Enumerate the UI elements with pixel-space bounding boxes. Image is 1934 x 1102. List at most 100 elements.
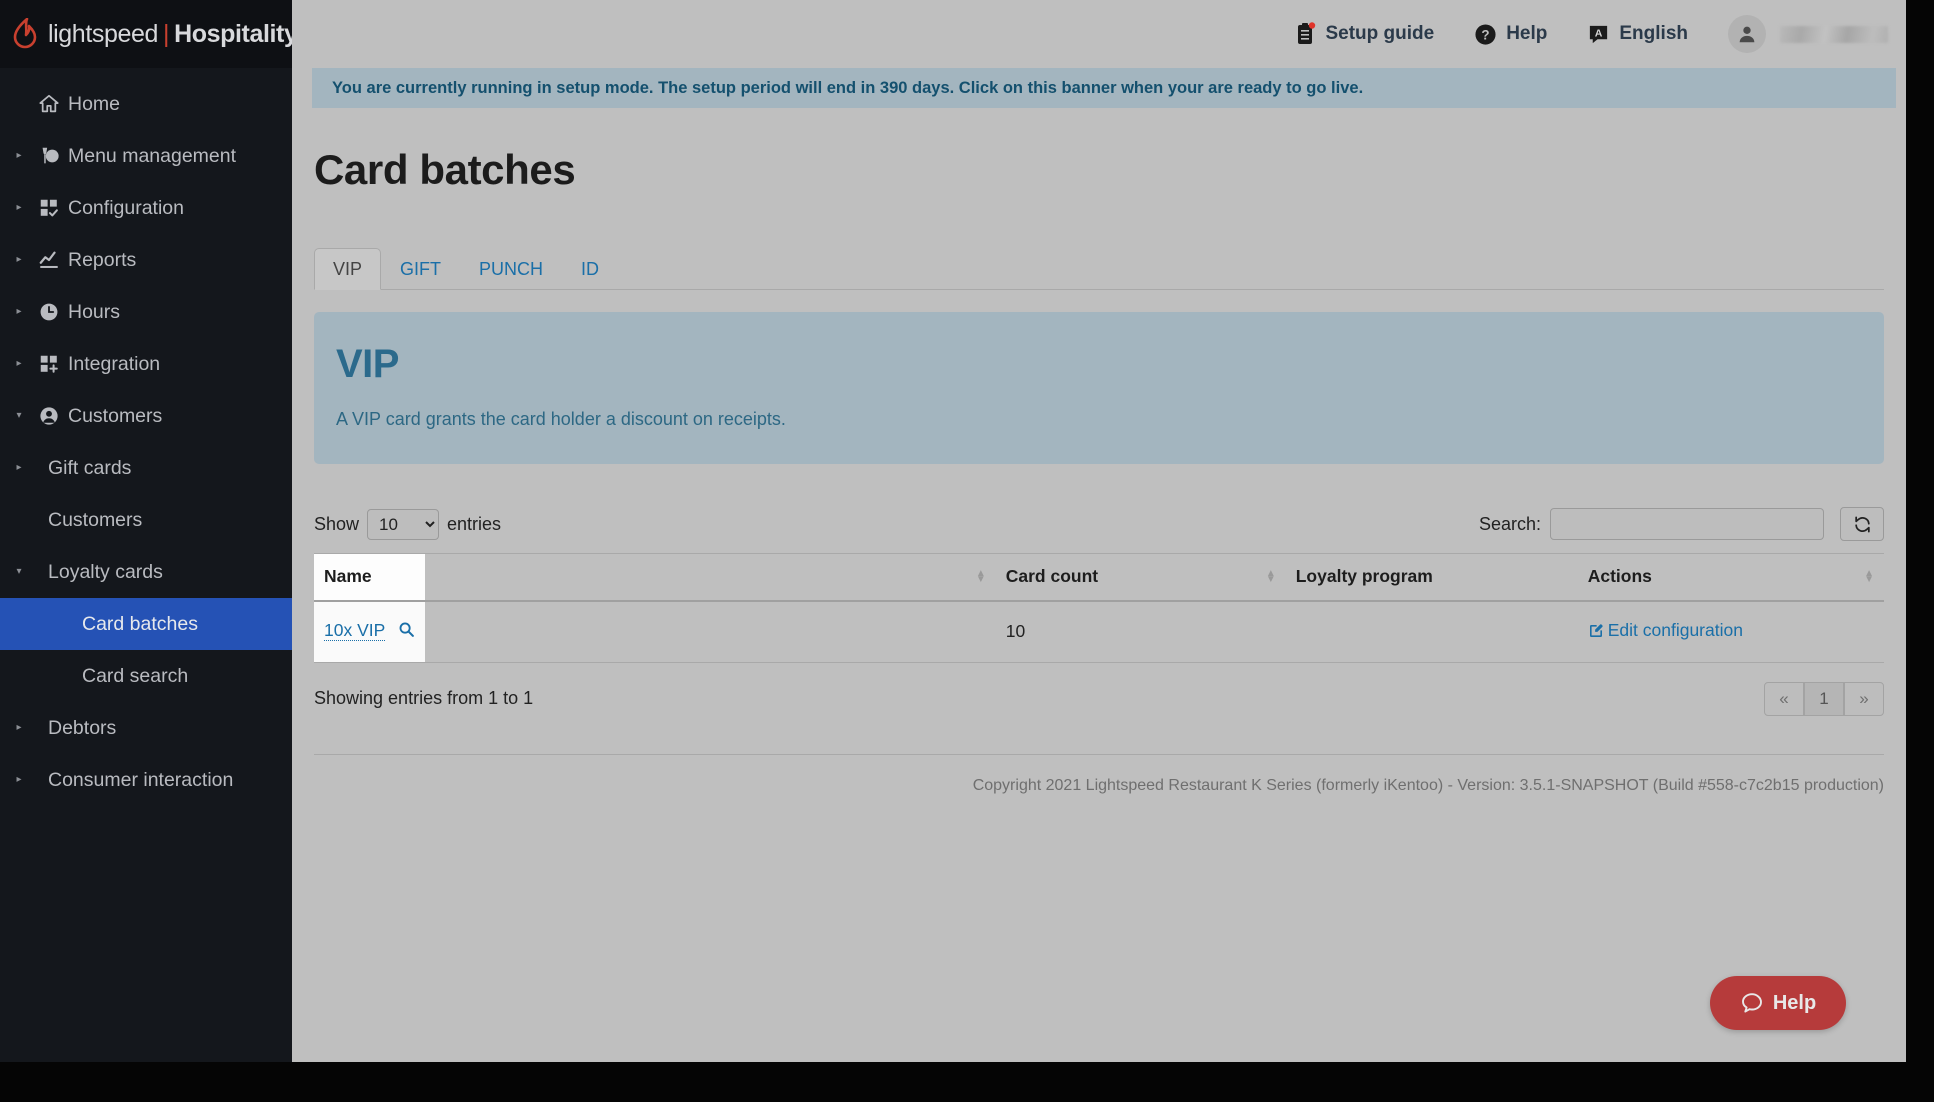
language-selector[interactable]: A English [1587,23,1688,46]
edit-pencil-icon [1589,623,1603,637]
setup-guide-label: Setup guide [1325,23,1435,44]
sidebar-item-label: Debtors [48,716,117,739]
entries-info: Showing entries from 1 to 1 [314,688,534,708]
sidebar: lightspeed | Hospitality Home ▸ Menu managem… [0,0,292,1070]
chevron-right-icon[interactable]: ▸ [8,255,30,265]
setup-guide-button[interactable]: Setup guide [1296,22,1434,46]
pagination-page-1[interactable]: 1 [1804,681,1844,716]
sidebar-item-gift-cards[interactable]: ▸ Gift cards [0,442,292,494]
tab-punch[interactable]: PUNCH [460,248,562,290]
show-label: Show [314,513,360,534]
column-header-name-label: Name [324,566,372,586]
menu-management-icon [30,145,68,167]
chevron-right-icon[interactable]: ▸ [8,151,30,161]
column-header-loyalty-program[interactable]: Loyalty program [1285,553,1578,602]
sidebar-nav: Home ▸ Menu management ▸ Configuration ▸ Repor… [0,68,292,806]
username-redacted [1780,25,1888,43]
sidebar-item-menu-management[interactable]: ▸ Menu management [0,130,292,182]
help-button[interactable]: ? Help [1474,23,1547,46]
sidebar-item-card-batches[interactable]: Card batches [0,598,292,650]
app-viewport: lightspeed | Hospitality Home ▸ Menu managem… [0,0,1934,1102]
sidebar-item-label: Reports [68,248,137,271]
column-header-name[interactable]: Name [314,553,425,602]
entries-per-page-select[interactable]: 102550100 [367,508,440,540]
window-right-edge [1906,0,1934,1102]
user-menu[interactable] [1728,15,1888,53]
help-label: Help [1506,23,1548,44]
top-bar: Setup guide ? Help A English [292,0,1906,68]
main-area: Setup guide ? Help A English You are cur… [292,0,1906,1070]
help-widget-label: Help [1772,991,1817,1014]
sidebar-item-consumer-interaction[interactable]: ▸ Consumer interaction [0,754,292,806]
sort-arrows-icon: ▲ ▼ [1265,568,1276,585]
pagination-next[interactable]: » [1844,681,1884,716]
tab-gift[interactable]: GIFT [381,248,460,290]
sidebar-item-card-search[interactable]: Card search [0,650,292,702]
chevron-down-icon[interactable]: ▾ [8,567,30,577]
chevron-right-icon[interactable]: ▸ [8,723,30,733]
sidebar-item-hours[interactable]: ▸ Hours [0,286,292,338]
copyright-text: Copyright 2021 Lightspeed Restaurant K S… [972,776,1884,794]
cell-spacer [424,601,996,663]
sidebar-item-label: Integration [68,352,161,375]
sidebar-item-label: Card search [82,664,189,687]
svg-text:?: ? [1482,27,1490,42]
clipboard-icon [1296,22,1316,46]
sidebar-item-customers[interactable]: Customers [0,494,292,546]
batch-name-link[interactable]: 10x VIP [324,620,385,642]
tab-id[interactable]: ID [562,248,618,290]
sidebar-item-label: Card batches [82,612,198,635]
pagination-previous[interactable]: « [1764,681,1804,716]
question-circle-icon: ? [1474,23,1497,46]
chevron-down-icon[interactable]: ▾ [8,411,30,421]
jumbotron-heading: VIP [336,342,399,386]
sidebar-item-label: Menu management [68,144,237,167]
card-batches-table: Name ▲▼ Card count ▲▼ Loyalty program [314,553,1884,663]
sort-arrows-icon: ▲ ▼ [1864,568,1874,585]
table-row: 10x VIP 10 Edit configuration [314,601,1884,663]
setup-mode-banner-text: You are currently running in setup mode.… [332,78,1364,97]
user-circle-icon [30,405,68,427]
brand-separator: | [162,19,170,48]
help-widget-button[interactable]: Help [1710,976,1846,1030]
cell-card-count: 10 [995,601,1286,663]
sidebar-item-configuration[interactable]: ▸ Configuration [0,182,292,234]
window-bottom-edge [0,1062,1934,1102]
sidebar-item-customers[interactable]: ▾ Customers [0,390,292,442]
entries-label: entries [447,513,502,534]
sidebar-item-label: Customers [48,508,143,531]
column-header-actions-label: Actions [1587,566,1652,586]
refresh-button[interactable] [1840,507,1884,541]
column-header-actions[interactable]: Actions ▲ ▼ [1577,553,1884,602]
chevron-right-icon[interactable]: ▸ [8,775,30,785]
lightspeed-flame-icon [13,18,37,49]
avatar[interactable] [1728,15,1766,53]
sidebar-item-home[interactable]: Home [0,78,292,130]
sidebar-item-loyalty-cards[interactable]: ▾ Loyalty cards [0,546,292,598]
chevron-right-icon[interactable]: ▸ [8,463,30,473]
column-header-spacer[interactable]: ▲ ▼ [424,553,996,602]
sidebar-item-debtors[interactable]: ▸ Debtors [0,702,292,754]
search-icon[interactable] [398,622,415,642]
search-input[interactable] [1550,508,1824,540]
setup-mode-banner[interactable]: You are currently running in setup mode.… [312,68,1896,108]
tab-vip[interactable]: VIP [314,248,382,290]
chevron-right-icon[interactable]: ▸ [8,307,30,317]
sidebar-item-reports[interactable]: ▸ Reports [0,234,292,286]
sidebar-item-label: Configuration [68,196,184,219]
chevron-right-icon[interactable]: ▸ [8,203,30,213]
table-header-row: Name ▲▼ Card count ▲▼ Loyalty program [314,553,1884,602]
table-body: 10x VIP 10 Edit configuration [314,601,1884,663]
chevron-right-icon[interactable]: ▸ [8,359,30,369]
sidebar-item-integration[interactable]: ▸ Integration [0,338,292,390]
sidebar-item-label: Customers [68,404,163,427]
configuration-icon [30,197,68,219]
refresh-icon [1854,516,1870,532]
brand-logo[interactable]: lightspeed | Hospitality [0,0,292,68]
sidebar-item-label: Hours [68,300,121,323]
brand-text: lightspeed | Hospitality [48,20,292,49]
column-header-card-count[interactable]: Card count ▲ ▼ [995,553,1286,602]
entries-length-control: Show 102550100 entries [314,508,502,540]
edit-configuration-link[interactable]: Edit configuration [1588,620,1743,641]
sidebar-item-label: Home [68,92,121,115]
